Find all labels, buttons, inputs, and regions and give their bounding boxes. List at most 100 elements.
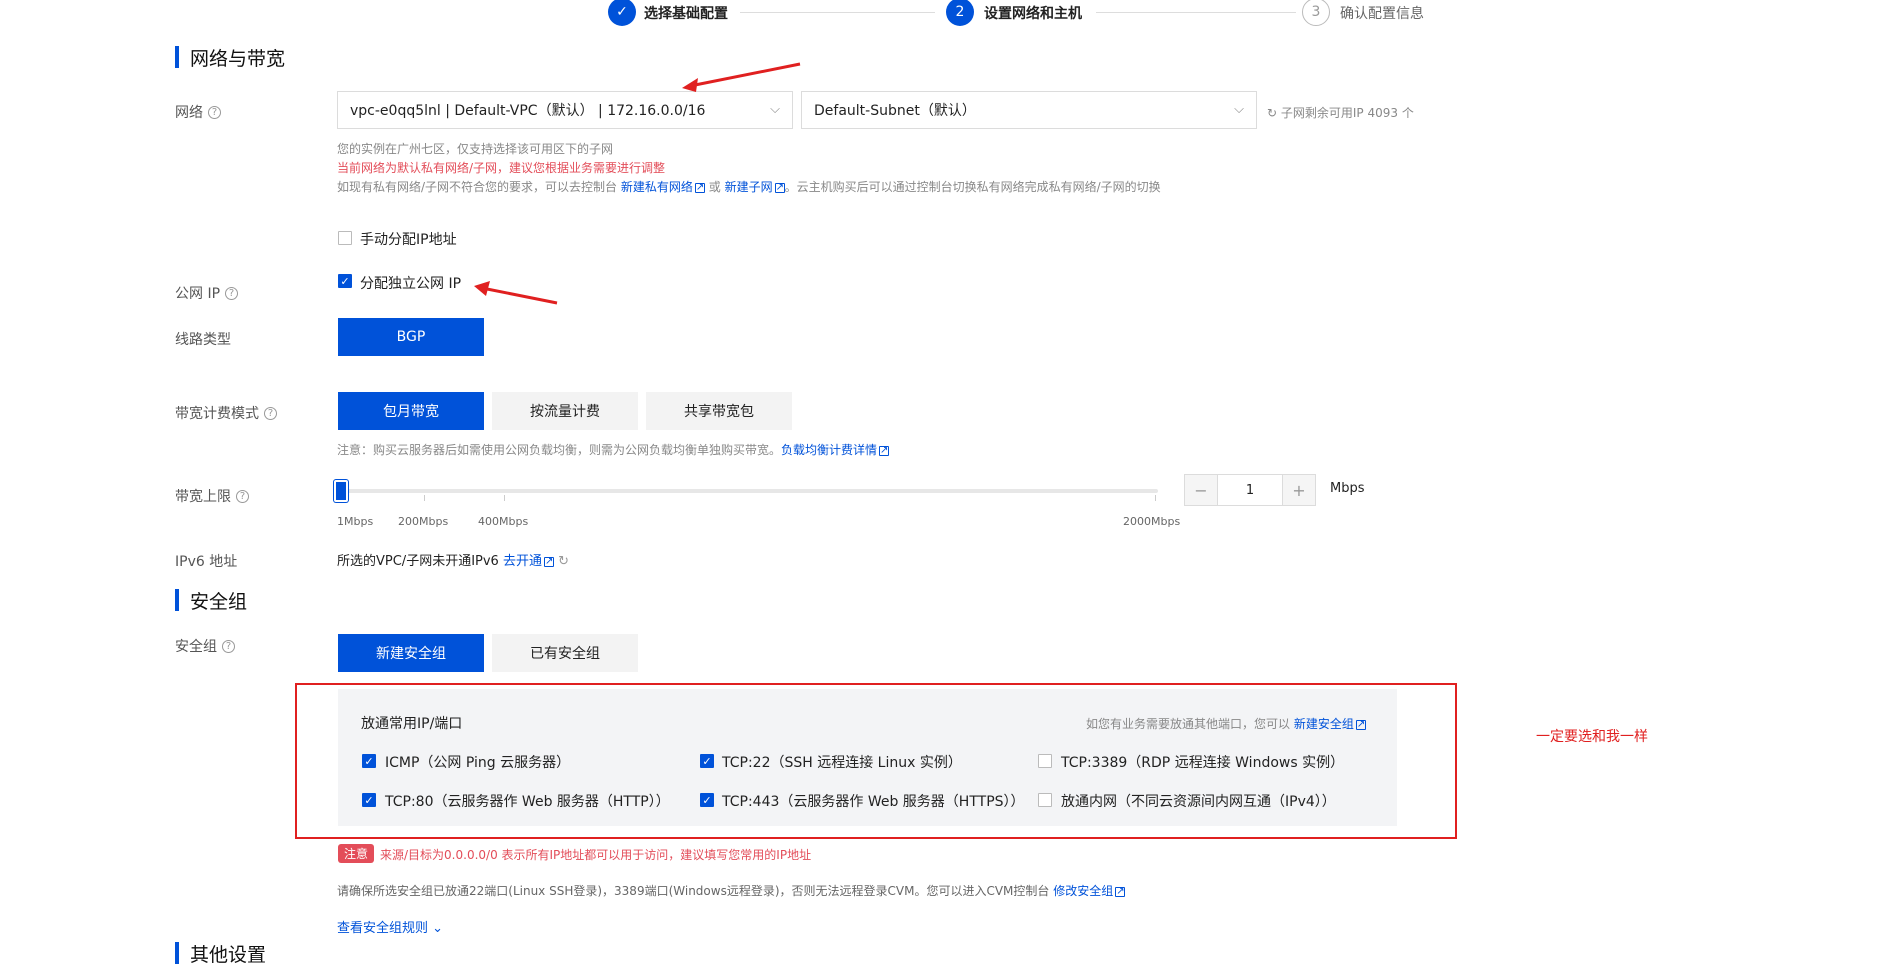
security-group-label: 安全组 ? (175, 636, 235, 656)
security-info: 请确保所选安全组已放通22端口(Linux SSH登录)，3389端口(Wind… (337, 882, 1126, 899)
section-bar-network (175, 46, 179, 68)
section-title-security: 安全组 (190, 591, 248, 613)
subnet-refresh[interactable]: ↻ 子网剩余可用IP 4093 个 (1267, 104, 1414, 121)
port-icmp-checkbox[interactable]: ✓ (362, 754, 376, 768)
network-note-3-suffix: 。云主机购买后可以通过控制台切换私有网络完成私有网络/子网的切换 (784, 180, 1161, 194)
slider-tick (504, 495, 505, 501)
increase-button[interactable]: + (1283, 475, 1315, 505)
ipv6-status: 所选的VPC/子网未开通IPv6 去开通 ↗ ↻ (337, 550, 569, 569)
slider-tick-label: 400Mbps (478, 515, 529, 528)
billing-label-text: 带宽计费模式 (175, 406, 259, 422)
subnet-select-value: Default-Subnet（默认） (814, 103, 976, 119)
step-3-number: 3 (1302, 0, 1330, 26)
create-vpc-link[interactable]: 新建私有网络 (621, 180, 693, 194)
warning-badge: 注意 (338, 844, 375, 863)
manual-ip-checkbox[interactable] (338, 231, 352, 245)
ipv6-label-text: IPv6 地址 (175, 554, 238, 570)
section-title-network: 网络与带宽 (190, 48, 286, 70)
intranet-label: 放通内网（不同云资源间内网互通（IPv4）） (1061, 794, 1336, 810)
help-icon[interactable]: ? (208, 105, 221, 119)
external-link-icon: ↗ (879, 444, 890, 456)
help-icon[interactable]: ? (225, 286, 239, 300)
network-label-text: 网络 (175, 105, 203, 121)
public-ip-checkbox[interactable]: ✓ (338, 274, 352, 288)
decrease-button[interactable]: − (1185, 475, 1217, 505)
bandwidth-label: 带宽上限 ? (175, 486, 249, 506)
external-link-icon: ↗ (543, 555, 554, 567)
new-security-group-link[interactable]: 新建安全组 (1294, 717, 1354, 731)
slider-tick (1155, 495, 1156, 501)
bandwidth-label-text: 带宽上限 (175, 489, 231, 505)
subnet-select[interactable]: Default-Subnet（默认） ⌵ (801, 91, 1257, 129)
view-security-rules-link[interactable]: 查看安全组规则 ⌄ (337, 917, 443, 936)
shared-bandwidth-button[interactable]: 共享带宽包 (646, 392, 792, 430)
bandwidth-stepper: − 1 + (1184, 474, 1316, 506)
billing-label: 带宽计费模式 ? (175, 403, 277, 423)
ipv6-label: IPv6 地址 (175, 551, 237, 571)
section-bar-security (175, 589, 179, 611)
external-link-icon: ↗ (1355, 718, 1366, 730)
bandwidth-slider-track[interactable] (338, 489, 1158, 493)
port-80-checkbox[interactable]: ✓ (362, 793, 376, 807)
new-security-group-button[interactable]: 新建安全组 (338, 634, 484, 672)
refresh-icon[interactable]: ↻ (1267, 106, 1277, 120)
traffic-billing-button[interactable]: 按流量计费 (492, 392, 638, 430)
step-line-1 (740, 12, 935, 13)
warning-text: 来源/目标为0.0.0.0/0 表示所有IP地址都可以用于访问，建议填写您常用的… (380, 848, 812, 862)
port-80-label: TCP:80（云服务器作 Web 服务器（HTTP）） (385, 794, 670, 810)
bandwidth-slider-handle[interactable] (334, 480, 348, 502)
enable-ipv6-link[interactable]: 去开通 (503, 554, 542, 569)
billing-note-prefix: 注意：购买云服务器后如需使用公网负载均衡，则需为公网负载均衡单独购买带宽。 (337, 443, 782, 457)
step-2-number: 2 (946, 0, 974, 26)
step-line-2 (1096, 12, 1296, 13)
port-panel-hint: 如您有业务需要放通其他端口，您可以 新建安全组 ↗ (1086, 715, 1366, 732)
vpc-select[interactable]: vpc-e0qq5lnl | Default-VPC（默认） | 172.16.… (337, 91, 793, 129)
slider-tick-label: 1Mbps (337, 515, 374, 528)
port-22-label: TCP:22（SSH 远程连接 Linux 实例） (722, 755, 962, 771)
slider-tick-label: 2000Mbps (1123, 515, 1181, 528)
lb-billing-link[interactable]: 负载均衡计费详情 (781, 443, 877, 457)
network-label: 网络 ? (175, 102, 221, 122)
bgp-button[interactable]: BGP (338, 318, 484, 356)
step-1-check-icon: ✓ (608, 0, 636, 26)
port-icmp-label: ICMP（公网 Ping 云服务器） (385, 755, 571, 771)
step-3-label: 确认配置信息 (1340, 6, 1424, 22)
intranet-checkbox[interactable] (1038, 793, 1052, 807)
existing-security-group-button[interactable]: 已有安全组 (492, 634, 638, 672)
bandwidth-unit: Mbps (1330, 481, 1365, 496)
network-note-1: 您的实例在广州七区，仅支持选择该可用区下的子网 (337, 142, 614, 156)
line-type-label: 线路类型 (175, 329, 231, 349)
chevron-down-icon: ⌵ (1234, 102, 1244, 117)
help-icon[interactable]: ? (264, 406, 277, 420)
section-title-other: 其他设置 (190, 944, 267, 966)
modify-security-group-link[interactable]: 修改安全组 (1053, 884, 1113, 898)
port-3389-label: TCP:3389（RDP 远程连接 Windows 实例） (1061, 755, 1345, 771)
port-443-checkbox[interactable]: ✓ (700, 793, 714, 807)
create-subnet-link[interactable]: 新建子网 (725, 180, 773, 194)
help-icon[interactable]: ? (236, 489, 249, 503)
public-ip-label: 公网 IP ? (175, 283, 239, 303)
step-1-label: 选择基础配置 (644, 6, 728, 22)
port-22-checkbox[interactable]: ✓ (700, 754, 714, 768)
external-link-icon: ↗ (694, 181, 705, 193)
network-note-3: 如现有私有网络/子网不符合您的要求，可以去控制台 新建私有网络 ↗ 或 新建子网 ↗… (337, 178, 1161, 195)
port-panel-hint-prefix: 如您有业务需要放通其他端口，您可以 (1086, 717, 1291, 731)
port-3389-checkbox[interactable] (1038, 754, 1052, 768)
port-panel-title: 放通常用IP/端口 (361, 716, 463, 732)
bandwidth-value-input[interactable]: 1 (1217, 475, 1283, 505)
security-info-prefix: 请确保所选安全组已放通22端口(Linux SSH登录)，3389端口(Wind… (337, 884, 1050, 898)
subnet-ip-count: 子网剩余可用IP 4093 个 (1280, 106, 1414, 120)
slider-tick (424, 495, 425, 501)
external-link-icon: ↗ (1115, 885, 1126, 897)
monthly-bandwidth-button[interactable]: 包月带宽 (338, 392, 484, 430)
billing-note: 注意：购买云服务器后如需使用公网负载均衡，则需为公网负载均衡单独购买带宽。负载均… (337, 441, 890, 458)
security-group-label-text: 安全组 (175, 639, 217, 655)
chevron-down-icon: ⌵ (770, 102, 780, 117)
manual-ip-label: 手动分配IP地址 (360, 232, 457, 248)
refresh-icon[interactable]: ↻ (558, 554, 569, 569)
slider-tick-label: 200Mbps (398, 515, 449, 528)
network-note-2: 当前网络为默认私有网络/子网，建议您根据业务需要进行调整 (337, 161, 666, 175)
annotation-arrow-icon (474, 281, 558, 305)
ipv6-status-text: 所选的VPC/子网未开通IPv6 (337, 554, 499, 569)
help-icon[interactable]: ? (222, 639, 235, 653)
